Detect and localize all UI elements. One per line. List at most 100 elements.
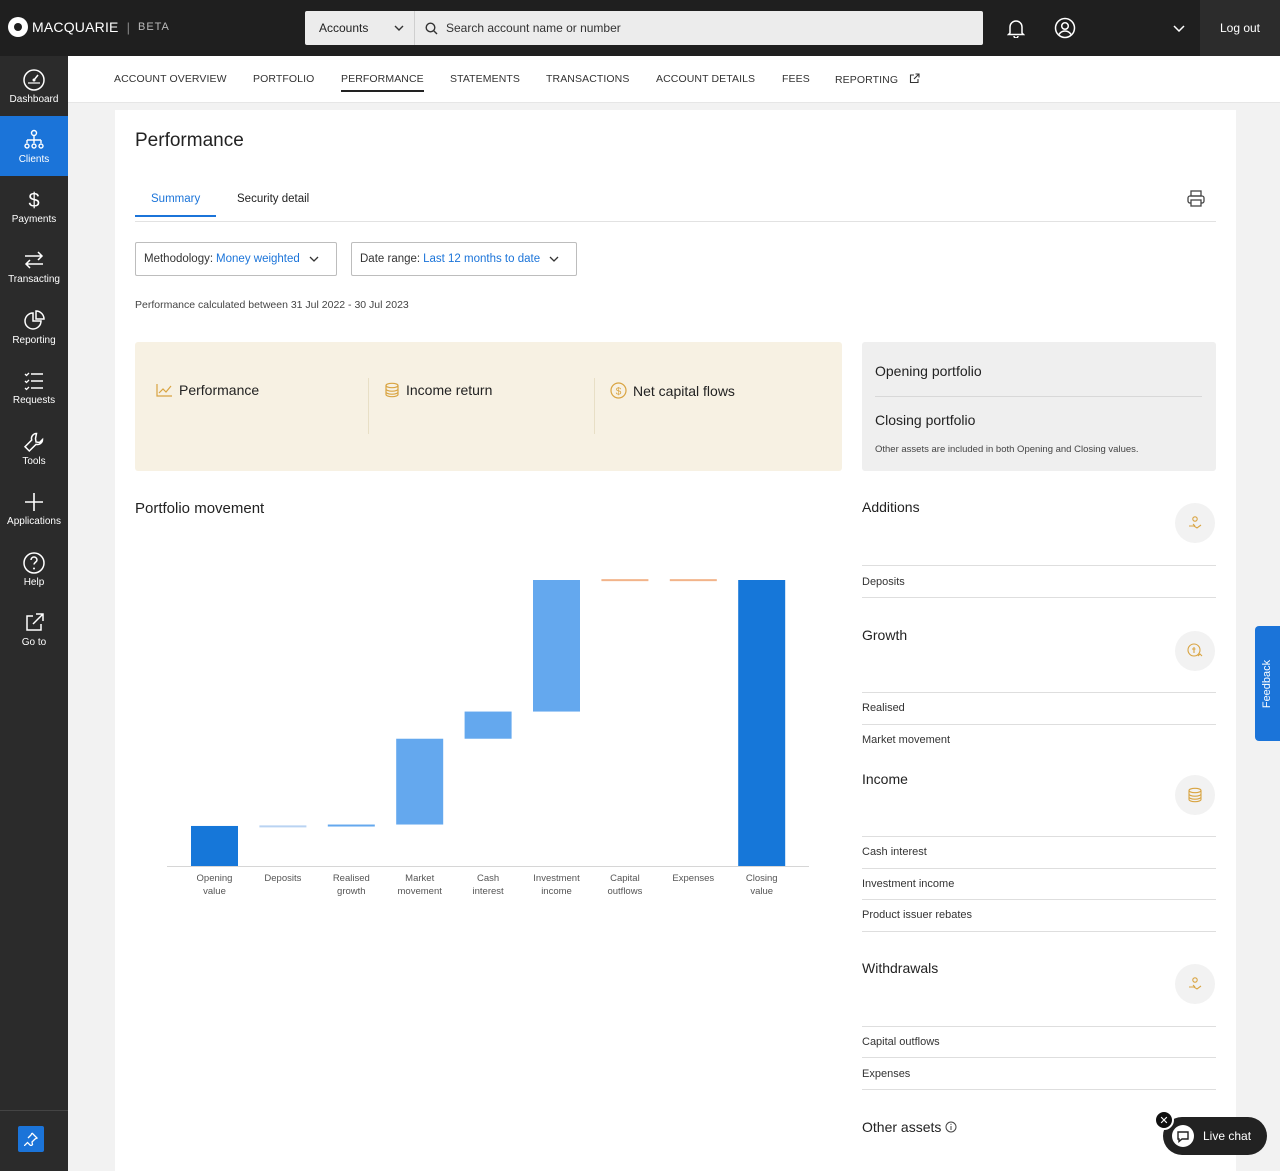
external-link-icon [910, 73, 920, 84]
search-scope-select[interactable]: Accounts [305, 11, 415, 45]
macquarie-logo[interactable]: MACQUARIE | BETA [8, 17, 170, 37]
tab-transactions[interactable]: TRANSACTIONS [546, 73, 629, 85]
pin-icon [24, 1132, 38, 1146]
printer-icon [1187, 190, 1205, 207]
sidebar-item-applications[interactable]: Applications [0, 478, 68, 538]
chart-tick-label-line: interest [473, 886, 505, 897]
print-button[interactable] [1187, 190, 1205, 212]
logo-icon [8, 17, 28, 37]
chart-bar[interactable] [396, 738, 444, 825]
left-navigation: Dashboard Clients $ Payments Transacting… [0, 56, 68, 1171]
sidebar-item-go-to[interactable]: Go to [0, 599, 68, 659]
chevron-down-icon [309, 256, 319, 262]
chart-bar[interactable] [601, 579, 649, 582]
date-range-label: Date range: [360, 253, 421, 265]
tab-statements[interactable]: STATEMENTS [450, 73, 520, 85]
sidebar-item-reporting[interactable]: Reporting [0, 297, 68, 357]
metric-net-capital-flows: $ Net capital flows [610, 382, 735, 399]
line-chart-icon [156, 384, 172, 397]
chart-bar[interactable] [259, 825, 307, 828]
coins-icon [385, 382, 399, 398]
sidebar-item-tools[interactable]: Tools [0, 418, 68, 478]
methodology-select[interactable]: Methodology: Money weighted [135, 242, 337, 276]
tab-account-details[interactable]: ACCOUNT DETAILS [656, 73, 755, 85]
metric-label: Net capital flows [633, 382, 735, 399]
chevron-down-icon [1173, 24, 1185, 32]
row-deposits: Deposits [862, 576, 905, 588]
tab-account-overview[interactable]: ACCOUNT OVERVIEW [114, 73, 227, 85]
withdrawal-hand-icon [1189, 977, 1202, 990]
sidebar-item-clients[interactable]: Clients [0, 116, 68, 176]
profile-menu-toggle[interactable] [1165, 14, 1193, 42]
metric-divider [368, 378, 369, 434]
dollar-coin-icon: $ [610, 382, 627, 399]
chart-tick-label: Opening value [197, 873, 233, 897]
chevron-down-icon [394, 25, 404, 31]
methodology-value: Money weighted [216, 253, 300, 265]
chart-tick-label: Cash interest [473, 873, 505, 897]
external-link-icon [26, 612, 44, 631]
sidebar-item-label: Go to [21, 636, 47, 648]
row-product-issuer-rebates: Product issuer rebates [862, 909, 973, 921]
metric-divider [594, 378, 595, 434]
chart-bar[interactable] [669, 579, 717, 582]
other-assets-label: Other assets [862, 1119, 942, 1135]
row-expenses: Expenses [862, 1068, 911, 1080]
sidebar-item-label: Requests [12, 394, 56, 406]
tab-portfolio[interactable]: PORTFOLIO [253, 73, 314, 85]
calculation-period: Performance calculated between 31 Jul 20… [135, 299, 409, 311]
coins-icon [1188, 787, 1202, 803]
pie-chart-icon [24, 309, 45, 330]
tab-performance[interactable]: PERFORMANCE [341, 73, 424, 92]
tab-reporting-label: REPORTING [835, 74, 899, 86]
list-icon [24, 372, 43, 390]
search-input[interactable]: Search account name or number [415, 21, 983, 35]
profile-button[interactable] [1051, 14, 1079, 42]
page-title: Performance [135, 130, 244, 151]
chart-bar[interactable] [533, 580, 580, 712]
opening-portfolio-label: Opening portfolio [875, 363, 982, 379]
chart-tick-label-line: Cash [477, 873, 499, 884]
date-range-select[interactable]: Date range: Last 12 months to date [351, 242, 577, 276]
sidebar-item-payments[interactable]: $ Payments [0, 176, 68, 236]
sidebar-item-transacting[interactable]: Transacting [0, 236, 68, 296]
sidebar-item-dashboard[interactable]: Dashboard [0, 56, 68, 116]
row-cash-interest: Cash interest [862, 846, 927, 858]
chart-tick-label: Market movement [398, 873, 443, 897]
notifications-button[interactable] [1002, 14, 1030, 42]
sidebar-item-requests[interactable]: Requests [0, 357, 68, 417]
chart-tick-label-line: Closing [746, 873, 778, 884]
logout-button[interactable]: Log out [1200, 0, 1280, 56]
clients-icon [24, 129, 44, 149]
chart-bar[interactable] [464, 711, 512, 739]
tab-reporting[interactable]: REPORTING [835, 73, 920, 86]
chart-tick-label-line: Expenses [672, 873, 714, 884]
income-icon-badge [1175, 775, 1215, 815]
growth-title: Growth [862, 627, 908, 643]
search-scope-value: Accounts [319, 21, 369, 35]
chart-bar[interactable] [191, 825, 238, 866]
chart-tick-label-line: Deposits [264, 873, 301, 884]
row-divider [862, 836, 1216, 837]
live-chat-button[interactable]: Live chat [1163, 1117, 1267, 1155]
tab-summary[interactable]: Summary [135, 193, 217, 217]
chart-bar[interactable] [738, 580, 786, 866]
row-capital-outflows: Capital outflows [862, 1036, 940, 1048]
info-icon[interactable] [945, 1121, 957, 1133]
bell-icon [1007, 20, 1025, 38]
tab-fees[interactable]: FEES [782, 73, 810, 85]
top-bar: MACQUARIE | BETA Accounts Search account… [0, 0, 1280, 56]
feedback-tab[interactable]: Feedback [1255, 626, 1280, 741]
pin-sidebar-button[interactable] [18, 1126, 44, 1152]
account-search: Accounts Search account name or number [305, 11, 983, 45]
income-title: Income [862, 771, 908, 787]
feedback-label: Feedback [1261, 659, 1274, 708]
close-chat-button[interactable]: ✕ [1154, 1110, 1174, 1130]
tab-security-detail[interactable]: Security detail [221, 193, 325, 215]
chart-tick-label-line: growth [337, 886, 366, 897]
sidebar-item-help[interactable]: Help [0, 539, 68, 599]
beta-badge: BETA [137, 21, 170, 33]
deposit-hand-icon [1189, 516, 1202, 529]
chart-bar[interactable] [327, 824, 375, 827]
chart-tick-label-line: Realised [333, 873, 370, 884]
